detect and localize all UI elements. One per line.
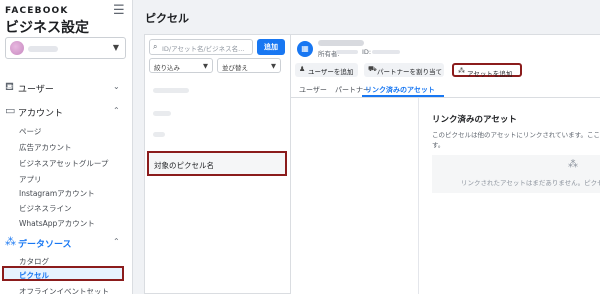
add-user-icon: ♟ bbox=[299, 65, 306, 73]
menu-icon[interactable]: ☰ bbox=[113, 3, 125, 18]
filter-dropdown[interactable]: 絞り込み ▼ bbox=[149, 58, 213, 73]
id-redacted bbox=[372, 50, 400, 54]
chevron-up-icon: ⌃ bbox=[113, 237, 120, 246]
pixel-icon: ▦ bbox=[297, 41, 313, 57]
sidebar-item-instagram-accounts[interactable]: Instagramアカウント bbox=[19, 188, 95, 199]
caret-down-icon: ▼ bbox=[203, 62, 208, 70]
pixel-name-redacted bbox=[318, 40, 364, 46]
account-name-redacted bbox=[28, 46, 58, 52]
sidebar-item-label: アカウント bbox=[18, 109, 64, 119]
assign-partner-button[interactable]: ⛟ パートナーを割り当て bbox=[364, 63, 444, 77]
sidebar-item-apps[interactable]: アプリ bbox=[19, 174, 42, 185]
sort-dropdown[interactable]: 並び替え ▼ bbox=[217, 58, 281, 73]
section-title: リンク済みのアセット bbox=[432, 115, 517, 125]
folder-icon: ▭ bbox=[5, 104, 16, 117]
list-item[interactable] bbox=[153, 132, 165, 137]
sidebar-item-pages[interactable]: ページ bbox=[19, 126, 41, 137]
sidebar: FACEBOOK ☰ ビジネス設定 ▼ ⛾ ユーザー ⌄ ▭ アカウント ⌃ ペ… bbox=[0, 0, 133, 294]
sidebar-item-label: データソース bbox=[18, 240, 72, 250]
description-line: このピクセルは他のアセットにリンクされています。ここか bbox=[432, 131, 600, 139]
sidebar-item-business-lines[interactable]: ビジネスライン bbox=[19, 203, 72, 214]
button-label: パートナーを割り当て bbox=[377, 68, 442, 76]
list-item[interactable] bbox=[153, 88, 189, 93]
sidebar-item-whatsapp-accounts[interactable]: WhatsAppアカウント bbox=[19, 218, 95, 229]
pixel-detail-panel: ▦ 所有者: ID: ♟ ユーザーを追加 ⛟ パートナーを割り当て ⁂ アセット… bbox=[291, 34, 600, 294]
list-item[interactable] bbox=[153, 111, 171, 116]
linked-assets-icon: ⁂ bbox=[568, 159, 578, 170]
divider bbox=[291, 97, 600, 98]
button-label: アセットを追加 bbox=[467, 70, 513, 78]
avatar bbox=[10, 41, 24, 55]
description-line: す。 bbox=[432, 141, 445, 149]
owner-redacted bbox=[336, 50, 358, 54]
caret-down-icon: ▼ bbox=[112, 43, 119, 52]
filter-label: 絞り込み bbox=[154, 64, 180, 72]
facebook-logo: FACEBOOK bbox=[5, 6, 69, 16]
add-user-button[interactable]: ♟ ユーザーを追加 bbox=[295, 63, 358, 77]
tab-users[interactable]: ユーザー bbox=[299, 85, 327, 95]
list-item-label: 対象のピクセル名 bbox=[154, 161, 214, 170]
sidebar-item-users[interactable]: ⛾ ユーザー ⌄ bbox=[0, 78, 132, 98]
add-button[interactable]: 追加 bbox=[257, 39, 285, 55]
page-title: ピクセル bbox=[145, 12, 189, 25]
sidebar-item-data-sources[interactable]: ⁂ データソース ⌃ bbox=[0, 233, 132, 253]
button-label: ユーザーを追加 bbox=[308, 68, 354, 76]
sidebar-item-pixels[interactable]: ピクセル bbox=[2, 266, 124, 281]
users-icon: ⛾ bbox=[5, 80, 14, 93]
chevron-up-icon: ⌃ bbox=[113, 106, 120, 115]
sidebar-item-asset-groups[interactable]: ビジネスアセットグループ bbox=[19, 158, 108, 169]
tab-linked-assets[interactable]: リンク済みのアセット bbox=[365, 85, 435, 95]
sidebar-item-accounts[interactable]: ▭ アカウント ⌃ bbox=[0, 102, 132, 122]
search-icon: ⌕ bbox=[153, 42, 158, 51]
empty-state: ⁂ リンクされたアセットはまだありません。ピクセ bbox=[432, 155, 600, 193]
sidebar-item-label: ユーザー bbox=[18, 85, 54, 95]
business-account-selector[interactable]: ▼ bbox=[5, 37, 126, 59]
partner-icon: ⛟ bbox=[368, 65, 377, 73]
id-label: ID: bbox=[362, 48, 372, 56]
chevron-down-icon: ⌄ bbox=[113, 82, 120, 91]
business-settings-title: ビジネス設定 bbox=[5, 20, 89, 36]
sort-label: 並び替え bbox=[222, 64, 248, 72]
list-item-selected-pixel[interactable]: 対象のピクセル名 bbox=[147, 151, 287, 176]
caret-down-icon: ▼ bbox=[271, 62, 276, 70]
add-asset-button[interactable]: ⁂ アセットを追加 bbox=[452, 63, 522, 78]
divider bbox=[418, 98, 419, 294]
section-description: このピクセルは他のアセットにリンクされています。ここか す。 bbox=[432, 129, 600, 149]
sidebar-item-label: ピクセル bbox=[19, 271, 49, 280]
search-input[interactable]: ⌕ ID/アセット名/ビジネス名... bbox=[149, 39, 253, 55]
sidebar-item-ad-accounts[interactable]: 広告アカウント bbox=[19, 142, 72, 153]
search-placeholder: ID/アセット名/ビジネス名... bbox=[162, 45, 245, 53]
pixel-list-panel: ⌕ ID/アセット名/ビジネス名... 追加 絞り込み ▼ 並び替え ▼ 対象のピク… bbox=[144, 34, 291, 294]
sidebar-item-offline-event-sets[interactable]: オフラインイベントセット bbox=[19, 286, 109, 294]
empty-state-text: リンクされたアセットはまだありません。ピクセ bbox=[461, 179, 600, 187]
add-asset-icon: ⁂ bbox=[458, 67, 465, 75]
data-sources-icon: ⁂ bbox=[5, 235, 16, 248]
